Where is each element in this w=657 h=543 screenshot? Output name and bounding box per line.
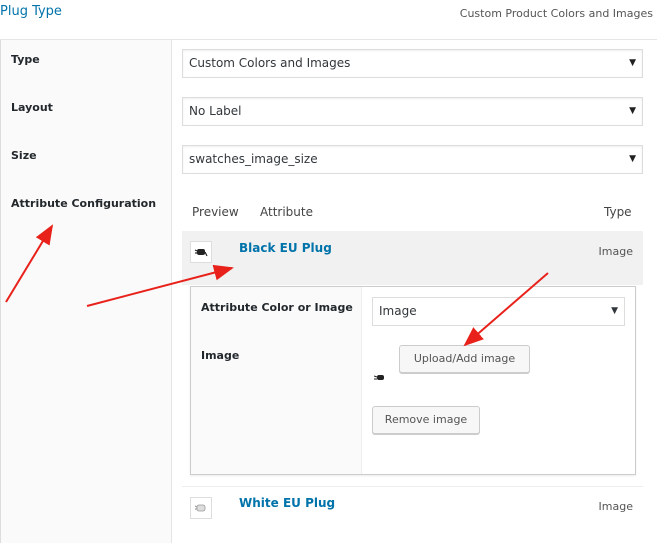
upload-image-button[interactable]: Upload/Add image: [399, 345, 530, 373]
chevron-down-icon: ▼: [629, 106, 636, 116]
attribute-type: Image: [598, 500, 633, 513]
chevron-down-icon: ▼: [629, 58, 636, 68]
attribute-name-link[interactable]: White EU Plug: [239, 496, 335, 510]
image-label: Image: [201, 349, 240, 362]
attribute-settings-panel: Attribute Color or Image Image Image ▼ U…: [190, 286, 636, 475]
remove-image-button[interactable]: Remove image: [372, 406, 480, 434]
chevron-down-icon: ▼: [629, 154, 636, 164]
chevron-down-icon: ▼: [611, 306, 618, 316]
attribute-column-header: Attribute: [260, 205, 313, 219]
plug-icon: [373, 368, 386, 380]
layout-label: Layout: [11, 101, 53, 114]
layout-select-value: No Label: [189, 104, 242, 118]
plug-icon: [190, 497, 212, 519]
attribute-row-black-eu-plug[interactable]: Black EU Plug Image: [182, 231, 643, 285]
labels-column: [0, 40, 172, 543]
page-title: Plug Type: [0, 4, 62, 19]
attribute-name-link[interactable]: Black EU Plug: [239, 241, 332, 255]
color-or-image-select[interactable]: Image ▼: [372, 297, 625, 326]
preview-column-header: Preview: [192, 205, 239, 219]
color-or-image-label: Attribute Color or Image: [201, 301, 353, 314]
size-select[interactable]: swatches_image_size ▼: [182, 145, 643, 174]
panel-header: Plug Type Custom Product Colors and Imag…: [0, 0, 657, 40]
type-select-value: Custom Colors and Images: [189, 56, 351, 70]
attribute-type: Image: [598, 245, 633, 258]
page-subtitle: Custom Product Colors and Images: [459, 7, 653, 20]
type-select[interactable]: Custom Colors and Images ▼: [182, 49, 643, 78]
attribute-row-white-eu-plug[interactable]: White EU Plug Image: [182, 486, 643, 540]
size-label: Size: [11, 149, 37, 162]
size-select-value: swatches_image_size: [189, 152, 318, 166]
settings-labels-column: [191, 287, 362, 474]
color-or-image-value: Image: [379, 304, 417, 318]
attribute-configuration-label: Attribute Configuration: [11, 197, 157, 210]
plug-icon: [190, 241, 212, 263]
layout-select[interactable]: No Label ▼: [182, 97, 643, 126]
type-label: Type: [11, 53, 40, 66]
type-column-header: Type: [604, 205, 632, 219]
